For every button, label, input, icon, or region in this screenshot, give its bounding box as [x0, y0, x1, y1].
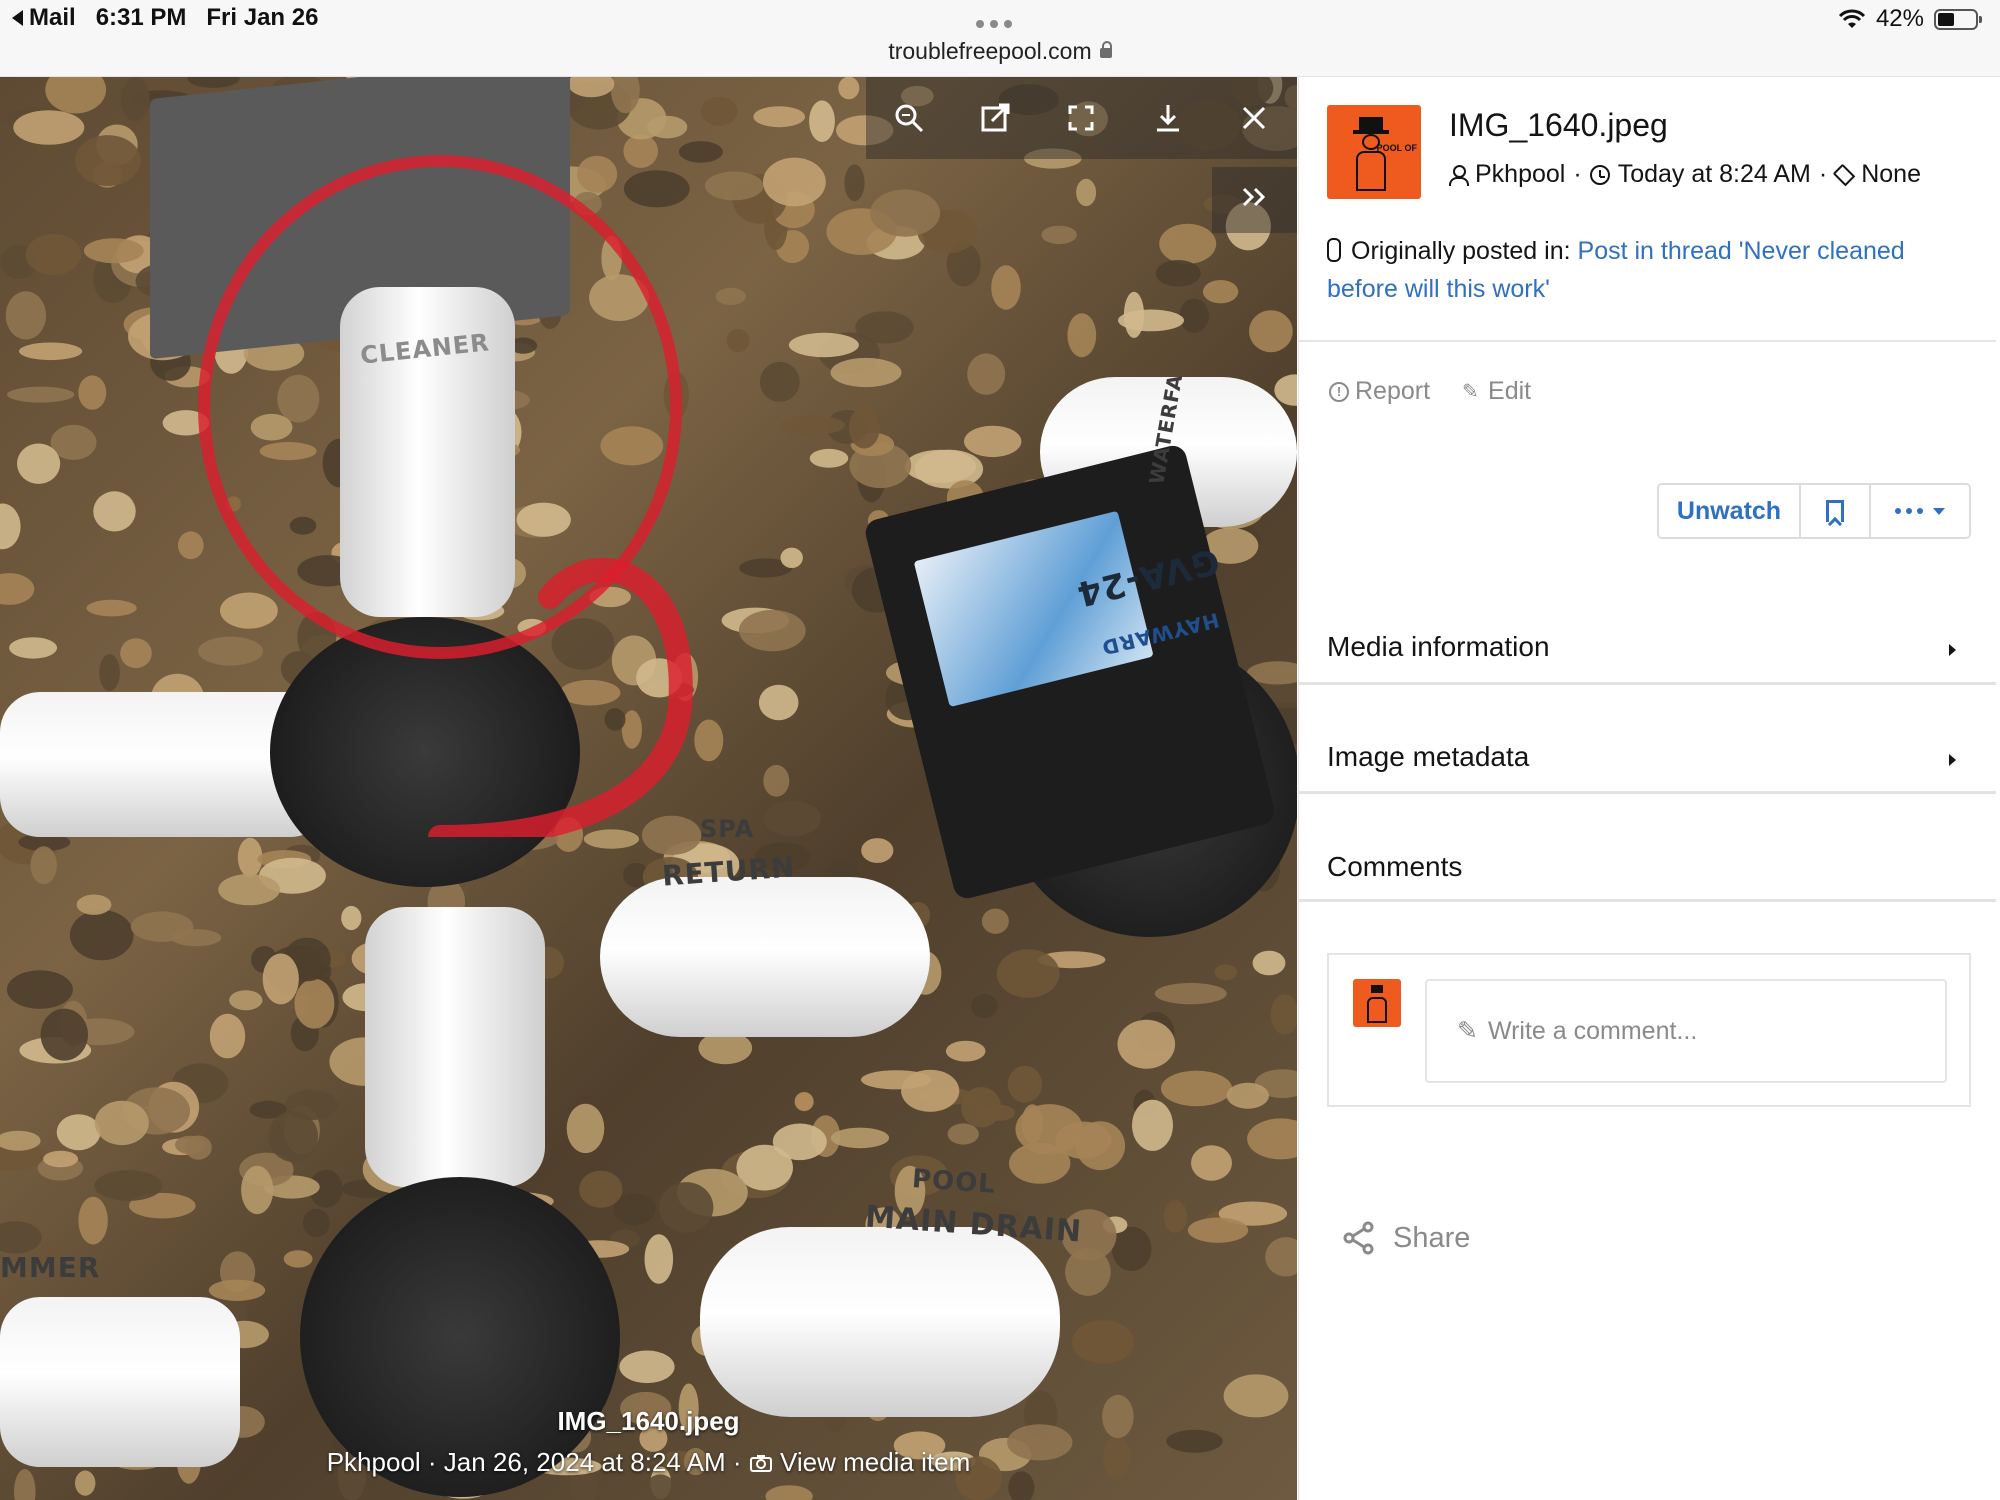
section-title: Image metadata	[1327, 741, 1530, 772]
caption-meta: Pkhpool · Jan 26, 2024 at 8:24 AM · View…	[0, 1447, 1297, 1478]
originally-posted-label: Originally posted in:	[1351, 237, 1571, 265]
status-bar: Mail 6:31 PM Fri Jan 26 troublefreepool.…	[0, 0, 2000, 77]
tags-value: None	[1861, 160, 1921, 188]
url-bar[interactable]: troublefreepool.com	[0, 38, 2000, 65]
view-media-item-link[interactable]: View media item	[780, 1447, 970, 1477]
spa-return-pipe	[600, 877, 930, 1037]
close-icon[interactable]	[1237, 101, 1271, 135]
section-separator	[1299, 791, 1996, 794]
lock-icon	[1099, 41, 1112, 58]
back-app-label: Mail	[29, 4, 76, 31]
viewer-toolbar	[866, 77, 1297, 159]
url-text: troublefreepool.com	[888, 38, 1092, 64]
avatar[interactable]: POOL OF	[1327, 105, 1421, 199]
post-actions: ! Report ✎ Edit	[1329, 377, 1531, 406]
report-icon: !	[1329, 381, 1349, 402]
annotation-swirl	[428, 557, 693, 837]
tag-icon	[1832, 163, 1856, 186]
edit-button[interactable]: ✎ Edit	[1462, 377, 1531, 406]
back-arrow-icon	[12, 10, 23, 26]
caption-title: IMG_1640.jpeg	[557, 1406, 740, 1436]
chevron-right-icon	[1949, 644, 1956, 656]
status-time: 6:31 PM	[95, 4, 187, 31]
wifi-icon	[1838, 9, 1866, 28]
post-time[interactable]: Today at 8:24 AM	[1618, 160, 1811, 189]
watch-button-group: Unwatch	[1657, 483, 1971, 539]
zoom-icon[interactable]	[892, 101, 926, 135]
download-icon[interactable]	[1151, 101, 1185, 135]
media-viewer[interactable]: CLEANER WATERFA SPA RETURN POOL MAIN DRA…	[0, 77, 1297, 1500]
section-title: Comments	[1327, 851, 1463, 882]
next-media-button[interactable]	[1212, 167, 1297, 233]
section-separator	[1299, 899, 1996, 902]
report-button[interactable]: ! Report	[1329, 377, 1430, 406]
file-meta: Pkhpool · Today at 8:24 AM · None	[1449, 160, 1921, 189]
back-to-app-button[interactable]: Mail	[12, 4, 76, 32]
originally-posted: Originally posted in: Post in thread 'Ne…	[1327, 232, 1977, 308]
paperclip-icon	[1327, 238, 1341, 262]
caption-meta-text: Pkhpool · Jan 26, 2024 at 8:24 AM ·	[326, 1447, 749, 1477]
status-date: Fri Jan 26	[206, 4, 319, 31]
share-label: Share	[1393, 1221, 1471, 1254]
media-info-panel: POOL OF IMG_1640.jpeg Pkhpool · Today at…	[1298, 77, 2000, 1500]
section-separator	[1299, 682, 1996, 685]
chevron-right-icon	[1949, 754, 1956, 766]
double-chevron-right-icon	[1242, 187, 1265, 207]
comment-box: ✎ Write a comment...	[1327, 953, 1971, 1107]
image-metadata-section[interactable]: Image metadata	[1299, 707, 1996, 815]
skimmer-label: MMER	[0, 1251, 101, 1284]
pencil-icon: ✎	[1457, 1017, 1478, 1045]
media-caption: IMG_1640.jpeg Pkhpool · Jan 26, 2024 at …	[0, 1406, 1297, 1478]
status-bar-left: Mail 6:31 PM Fri Jan 26	[12, 4, 318, 32]
pencil-icon: ✎	[1462, 380, 1479, 403]
comment-input[interactable]: ✎ Write a comment...	[1425, 979, 1947, 1083]
report-label: Report	[1355, 377, 1431, 405]
unwatch-button[interactable]: Unwatch	[1659, 485, 1801, 537]
avatar	[1353, 979, 1401, 1027]
divider	[1299, 340, 1996, 342]
center-vertical-pipe	[365, 907, 545, 1187]
user-icon	[1449, 164, 1469, 186]
edit-label: Edit	[1488, 377, 1532, 405]
share-icon	[1343, 1221, 1374, 1255]
clock-icon	[1589, 164, 1610, 185]
chevron-down-icon	[1933, 507, 1945, 515]
pool-label: POOL	[911, 1164, 997, 1200]
bookmark-icon	[1826, 500, 1844, 522]
battery-icon	[1934, 8, 1982, 30]
main-drain-pipe	[700, 1227, 1060, 1417]
open-external-icon[interactable]	[978, 101, 1012, 135]
battery-percent: 42%	[1875, 5, 1924, 32]
file-title: IMG_1640.jpeg	[1449, 107, 1668, 143]
avatar-text: POOL OF	[1376, 143, 1417, 153]
more-options-button[interactable]	[1871, 485, 1969, 537]
share-button[interactable]: Share	[1341, 1220, 1470, 1256]
more-icon	[1895, 508, 1923, 514]
media-information-section[interactable]: Media information	[1299, 597, 1996, 705]
section-title: Media information	[1327, 631, 1550, 662]
author-link[interactable]: Pkhpool	[1475, 160, 1565, 189]
multitasking-dots-icon[interactable]	[976, 20, 1012, 28]
bookmark-button[interactable]	[1801, 485, 1871, 537]
fullscreen-icon[interactable]	[1064, 101, 1098, 135]
camera-icon	[749, 1455, 772, 1472]
comment-placeholder: Write a comment...	[1487, 1016, 1698, 1045]
comments-section: Comments	[1299, 817, 1996, 925]
status-bar-right: 42%	[1838, 5, 1982, 33]
